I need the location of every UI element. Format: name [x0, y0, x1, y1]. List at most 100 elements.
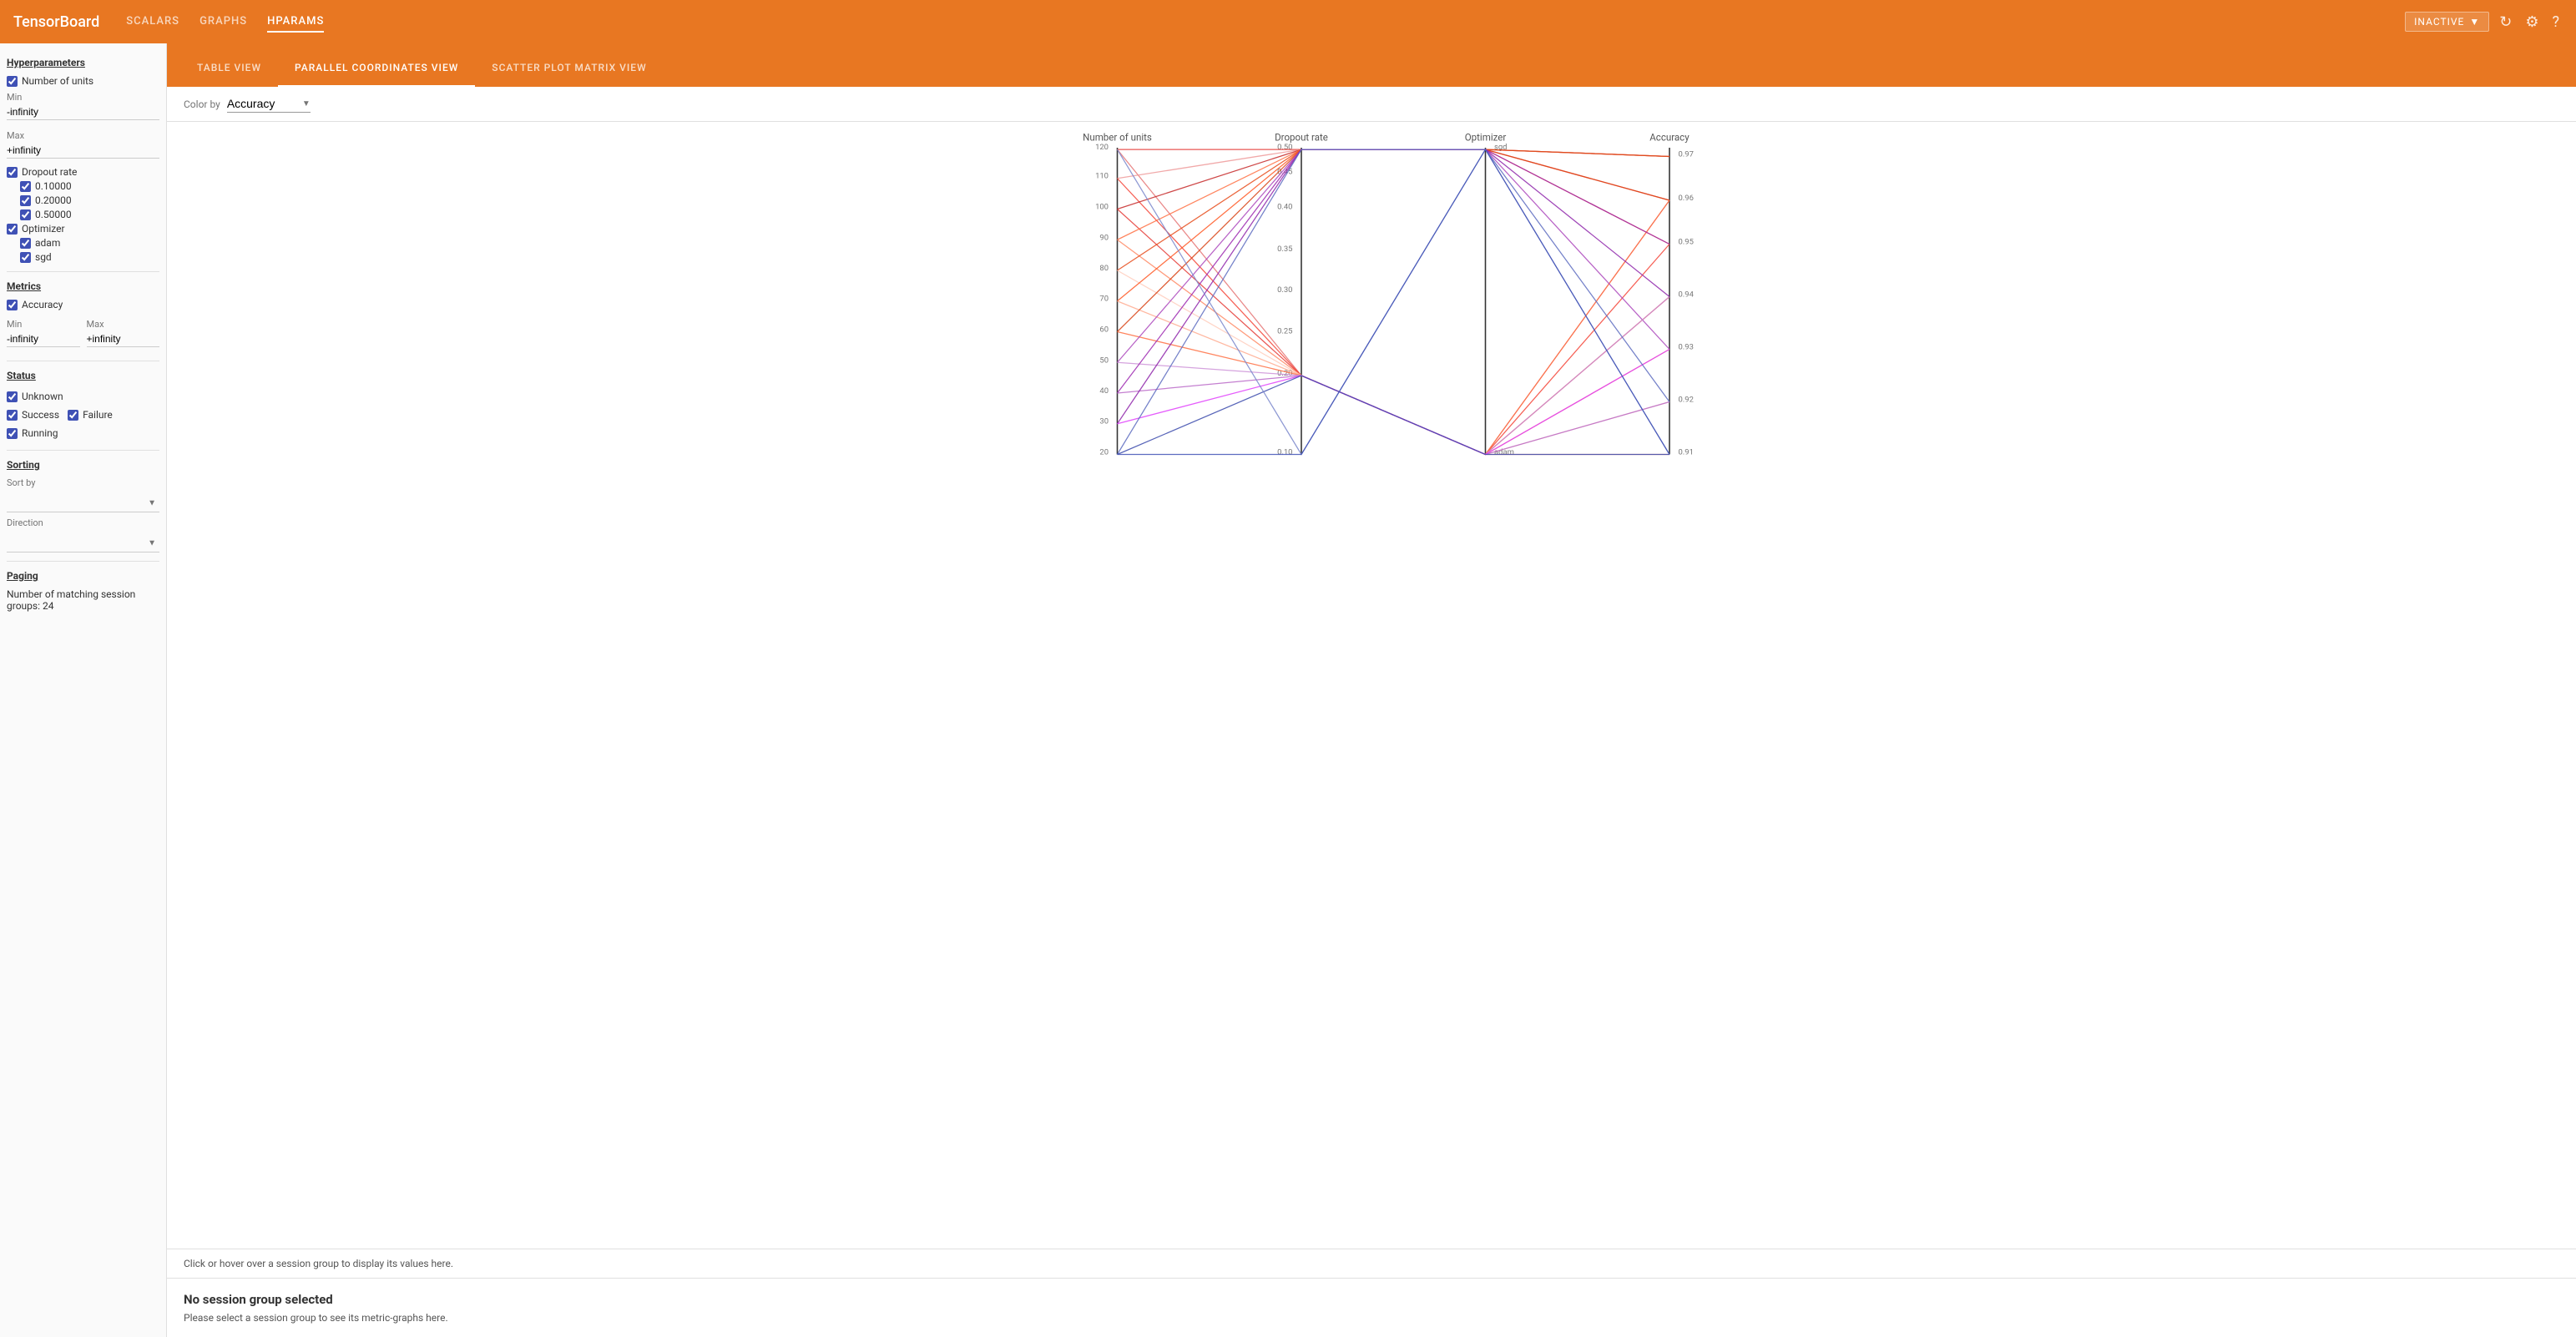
chart-container: Number of units Dropout rate Optimizer A… — [167, 122, 2576, 1249]
info-bar: Click or hover over a session group to d… — [167, 1249, 2576, 1278]
hp-optimizer-sgd-row: sgd — [20, 251, 159, 263]
sort-by-select[interactable]: Accuracy Number of units Dropout rate — [7, 493, 159, 512]
hp-units-max-label: Max — [7, 130, 159, 141]
refresh-icon[interactable]: ↻ — [2496, 10, 2515, 34]
hp-dropout-01-label: 0.10000 — [35, 180, 72, 192]
hp-units-max-input[interactable] — [7, 143, 159, 159]
tab-table-view[interactable]: TABLE VIEW — [180, 50, 278, 87]
metric-accuracy-row: Accuracy — [7, 299, 159, 310]
hp-dropout-02-row: 0.20000 — [20, 194, 159, 206]
metric-accuracy-max-input[interactable] — [87, 331, 160, 347]
svg-text:40: 40 — [1099, 386, 1109, 396]
svg-text:110: 110 — [1095, 172, 1109, 181]
nav-scalars[interactable]: SCALARS — [126, 12, 179, 33]
hp-number-of-units-label: Number of units — [22, 75, 93, 87]
hp-number-of-units-row: Number of units — [7, 75, 159, 87]
svg-text:0.95: 0.95 — [1679, 238, 1694, 247]
status-chevron-icon: ▼ — [2469, 16, 2480, 28]
nav-graphs[interactable]: GRAPHS — [200, 12, 247, 33]
help-icon[interactable]: ? — [2548, 10, 2563, 34]
nav-links: SCALARS GRAPHS HPARAMS — [126, 12, 2405, 33]
hp-dropout-05-checkbox[interactable] — [20, 209, 31, 220]
status-failure-row: Failure — [68, 409, 113, 421]
hp-number-of-units-checkbox[interactable] — [7, 76, 18, 87]
session-panel-description: Please select a session group to see its… — [184, 1312, 2559, 1324]
hp-optimizer-sgd-checkbox[interactable] — [20, 252, 31, 263]
paging-title: Paging — [7, 570, 159, 582]
svg-text:100: 100 — [1095, 203, 1109, 212]
status-selector[interactable]: INACTIVE ▼ — [2405, 12, 2489, 32]
hp-dropout-02-checkbox[interactable] — [20, 195, 31, 206]
status-running-checkbox[interactable] — [7, 428, 18, 439]
divider-3 — [7, 450, 159, 451]
svg-text:50: 50 — [1099, 356, 1109, 365]
tab-bar: TABLE VIEW PARALLEL COORDINATES VIEW SCA… — [167, 43, 2576, 87]
svg-text:0.40: 0.40 — [1277, 203, 1292, 212]
svg-text:20: 20 — [1099, 448, 1109, 457]
svg-text:0.97: 0.97 — [1679, 150, 1694, 159]
metric-accuracy-checkbox[interactable] — [7, 300, 18, 310]
hp-optimizer-adam-checkbox[interactable] — [20, 238, 31, 249]
hp-dropout-checkbox[interactable] — [7, 167, 18, 178]
svg-text:70: 70 — [1099, 295, 1109, 304]
nav-hparams[interactable]: HPARAMS — [267, 12, 324, 33]
tab-scatter-plot-matrix-view[interactable]: SCATTER PLOT MATRIX VIEW — [475, 50, 663, 87]
status-running-row: Running — [7, 427, 159, 439]
status-title: Status — [7, 370, 159, 381]
main-layout: Hyperparameters Number of units Min Max … — [0, 43, 2576, 1337]
settings-icon[interactable]: ⚙ — [2522, 10, 2542, 34]
svg-text:60: 60 — [1099, 325, 1109, 335]
hp-dropout-05-row: 0.50000 — [20, 209, 159, 220]
app-logo: TensorBoard — [13, 13, 99, 31]
status-failure-label: Failure — [83, 409, 113, 421]
color-by-label: Color by — [184, 98, 220, 110]
content-area: TABLE VIEW PARALLEL COORDINATES VIEW SCA… — [167, 43, 2576, 1337]
hp-dropout-05-label: 0.50000 — [35, 209, 72, 220]
sorting-title: Sorting — [7, 459, 159, 471]
sort-by-label: Sort by — [7, 477, 159, 488]
svg-text:Dropout rate: Dropout rate — [1275, 132, 1328, 144]
hp-dropout-label: Dropout rate — [22, 166, 77, 178]
svg-text:Number of units: Number of units — [1083, 132, 1152, 144]
svg-text:0.94: 0.94 — [1679, 290, 1695, 300]
color-by-select[interactable]: Accuracy None — [227, 95, 311, 113]
tab-parallel-coordinates-view[interactable]: PARALLEL COORDINATES VIEW — [278, 50, 475, 87]
svg-text:0.25: 0.25 — [1277, 327, 1292, 336]
metric-accuracy-label: Accuracy — [22, 299, 63, 310]
svg-text:90: 90 — [1099, 233, 1109, 242]
metric-accuracy-min-input[interactable] — [7, 331, 80, 347]
status-failure-checkbox[interactable] — [68, 410, 78, 421]
session-panel: No session group selected Please select … — [167, 1278, 2576, 1337]
status-label: INACTIVE — [2414, 16, 2464, 28]
svg-text:0.35: 0.35 — [1277, 245, 1292, 254]
direction-select[interactable]: Ascending Descending — [7, 533, 159, 552]
status-unknown-checkbox[interactable] — [7, 391, 18, 402]
hp-dropout-01-checkbox[interactable] — [20, 181, 31, 192]
hp-dropout-row: Dropout rate — [7, 166, 159, 178]
hp-optimizer-adam-row: adam — [20, 237, 159, 249]
metrics-title: Metrics — [7, 280, 159, 292]
metric-accuracy-min-label: Min — [7, 319, 80, 330]
status-success-checkbox[interactable] — [7, 410, 18, 421]
sidebar: Hyperparameters Number of units Min Max … — [0, 43, 167, 1337]
hp-optimizer-adam-label: adam — [35, 237, 60, 249]
parallel-chart-wrapper: Number of units Dropout rate Optimizer A… — [184, 130, 2559, 481]
hp-optimizer-checkbox[interactable] — [7, 224, 18, 235]
svg-text:Accuracy: Accuracy — [1649, 132, 1690, 144]
hp-dropout-02-label: 0.20000 — [35, 194, 72, 206]
direction-label: Direction — [7, 517, 159, 528]
hyperparameters-title: Hyperparameters — [7, 57, 159, 68]
metric-accuracy-max-label: Max — [87, 319, 160, 330]
divider-4 — [7, 561, 159, 562]
svg-text:0.91: 0.91 — [1679, 448, 1694, 457]
svg-text:Optimizer: Optimizer — [1465, 132, 1507, 144]
svg-text:30: 30 — [1099, 417, 1109, 426]
status-running-label: Running — [22, 427, 58, 439]
status-unknown-label: Unknown — [22, 391, 63, 402]
svg-text:0.92: 0.92 — [1679, 396, 1694, 405]
svg-text:0.30: 0.30 — [1277, 285, 1292, 295]
svg-text:0.96: 0.96 — [1679, 194, 1694, 203]
hp-optimizer-label: Optimizer — [22, 223, 65, 235]
hp-units-min-label: Min — [7, 92, 159, 103]
hp-units-min-input[interactable] — [7, 104, 159, 120]
